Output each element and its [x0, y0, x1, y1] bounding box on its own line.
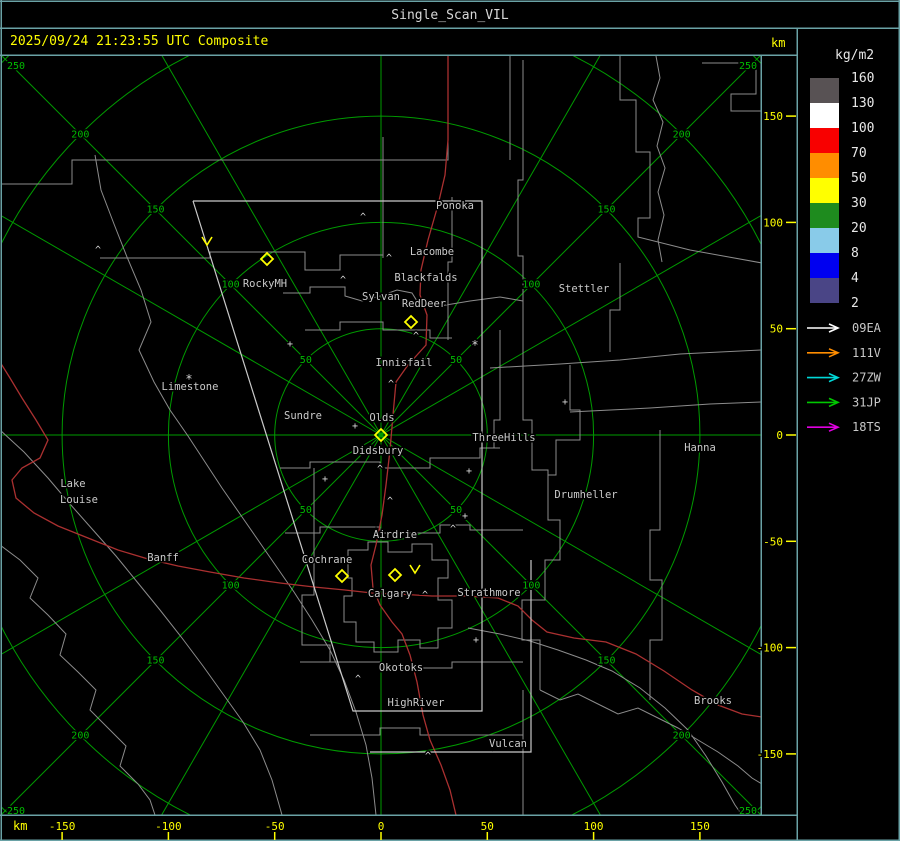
- track-id-label: 18TS: [852, 420, 881, 434]
- colorscale-swatch: [810, 278, 839, 303]
- colorscale-value-label: 130: [851, 96, 874, 111]
- bottom-axis-tick-label: 50: [481, 820, 494, 833]
- track-legend: 09EA 111V 27ZW 31JP 18TS: [807, 320, 883, 436]
- right-axis: 150 100 50 0 -50 -100 -150: [755, 109, 796, 762]
- radar-app-window: Single_Scan_VIL 2025/09/24 21:23:55 UTC …: [0, 0, 900, 841]
- right-axis-tick-label: 100: [763, 216, 783, 229]
- colorscale-swatch: [810, 153, 839, 178]
- colorscale-swatch: [810, 178, 839, 203]
- track-id-label: 09EA: [852, 321, 882, 335]
- colorscale-value-label: 20: [851, 221, 867, 236]
- colorscale-value-label: 160: [851, 71, 874, 86]
- colorscale-swatch: [810, 103, 839, 128]
- bottom-axis-tick-label: 0: [378, 820, 385, 833]
- colorscale-swatch: [810, 128, 839, 153]
- colorscale-value-label: 50: [851, 171, 867, 186]
- radar-display: 5050505010010010010015015015015020020020…: [0, 0, 900, 841]
- track-id-label: 111V: [852, 346, 881, 360]
- right-axis-tick-label: -150: [757, 748, 784, 761]
- track-id-label: 31JP: [852, 395, 881, 409]
- bottom-axis-tick-label: -150: [49, 820, 76, 833]
- colorscale-swatch: [810, 203, 839, 228]
- colorscale-value-label: 8: [851, 246, 859, 261]
- color-scale: 160 130 100 70 50 30 20 8 4 2: [810, 70, 876, 313]
- bottom-axis-tick-label: 100: [584, 820, 604, 833]
- colorscale-value-label: 70: [851, 146, 867, 161]
- right-axis-tick-label: 150: [763, 110, 783, 123]
- right-axis-tick-label: 50: [770, 323, 783, 336]
- colorscale-swatch: [810, 228, 839, 253]
- colorscale-value-label: 30: [851, 196, 867, 211]
- bottom-axis-tick-label: -50: [265, 820, 285, 833]
- colorscale-value-label: 4: [851, 271, 859, 286]
- bottom-axis-tick-label: -100: [155, 820, 182, 833]
- colorscale-value-label: 2: [851, 296, 859, 311]
- track-id-label: 27ZW: [852, 371, 882, 385]
- right-axis-tick-label: -100: [757, 642, 784, 655]
- right-axis-tick-label: -50: [763, 535, 783, 548]
- colorscale-value-label: 100: [851, 121, 874, 136]
- bottom-axis-tick-label: 150: [690, 820, 710, 833]
- right-axis-tick-label: 0: [776, 429, 783, 442]
- map-viewport[interactable]: [2, 56, 761, 815]
- bottom-axis: -150 -100 -50 0 50 100 150: [47, 819, 711, 840]
- colorscale-swatch: [810, 78, 839, 103]
- colorscale-swatch: [810, 253, 839, 278]
